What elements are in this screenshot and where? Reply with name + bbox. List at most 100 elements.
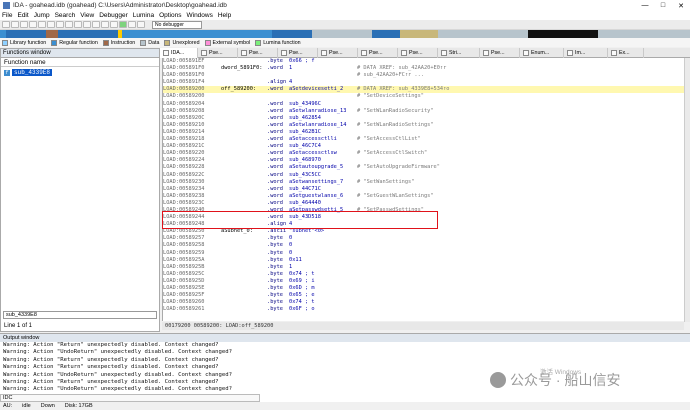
back-icon[interactable]	[20, 21, 28, 28]
code-row[interactable]: LOAD:0058925B .byte 1	[163, 264, 684, 271]
function-search-input[interactable]: sub_4339E8	[3, 311, 157, 319]
code-row[interactable]: LOAD:00589224 .word sub_468970	[163, 157, 684, 164]
code-row[interactable]: LOAD:00589200 # "SetDeviceSettings"	[163, 93, 684, 100]
navigation-band[interactable]	[0, 30, 690, 38]
code-row[interactable]: LOAD:00589257 .byte 0	[163, 235, 684, 242]
string-icon[interactable]	[83, 21, 91, 28]
graph-icon[interactable]	[110, 21, 118, 28]
code-operand: sub_46C7C4	[289, 143, 321, 150]
tab-7[interactable]: Stri...	[438, 47, 480, 58]
jump-icon[interactable]	[38, 21, 46, 28]
minimize-button[interactable]: —	[636, 2, 654, 10]
window-title: IDA - goahead.idb (goahead) C:\Users\Adm…	[13, 2, 227, 9]
menu-file[interactable]: File	[2, 12, 12, 19]
tab-3[interactable]: Pse...	[278, 47, 318, 58]
open-icon[interactable]	[2, 21, 10, 28]
code-operand: 0	[289, 242, 293, 249]
code-address: LOAD:0058925A	[163, 256, 205, 263]
tab-10[interactable]: Im...	[564, 47, 608, 58]
status-direction: Down	[40, 403, 55, 409]
function-icon[interactable]	[101, 21, 109, 28]
code-icon[interactable]	[65, 21, 73, 28]
code-row[interactable]: LOAD:00589260 .byte 0x74 ; t	[163, 299, 684, 306]
code-row[interactable]: LOAD:00589230 .word aSetwansettings_7 # "Se…	[163, 179, 684, 186]
output-line: Warning: Action "Return" unexpectedly di…	[3, 342, 219, 348]
tab-5[interactable]: Pse...	[358, 47, 398, 58]
code-address: LOAD:00589257	[163, 235, 205, 242]
functions-window: Functions window Function name f sub_433…	[0, 48, 160, 332]
tab-icon	[523, 49, 529, 56]
pause-icon[interactable]	[128, 21, 136, 28]
idc-command-input[interactable]: IDC	[0, 394, 260, 402]
code-row[interactable]: LOAD:00589228 .word aSetautoupgrade_5 # "Se…	[163, 164, 684, 171]
code-row[interactable]: LOAD:00589218 .word aSetaccessctlli # "SetA…	[163, 136, 684, 143]
menu-jump[interactable]: Jump	[34, 12, 50, 19]
menu-search[interactable]: Search	[55, 12, 76, 19]
forward-icon[interactable]	[29, 21, 37, 28]
menu-view[interactable]: View	[80, 12, 94, 19]
code-address: LOAD:00589208	[163, 107, 205, 114]
title-bar: IDA - goahead.idb (goahead) C:\Users\Adm…	[0, 0, 690, 11]
code-row[interactable]: LOAD:005891F0 dword_5891F0: .word 1 # DATA X…	[163, 65, 684, 72]
disassembly-view[interactable]: LOAD:005891EF .byte 0x66 ; f LOAD:005891F0 d…	[162, 58, 684, 321]
code-row[interactable]: LOAD:0058925C .byte 0x74 ; t	[163, 271, 684, 278]
tab-6[interactable]: Pse...	[398, 47, 438, 58]
menu-debugger[interactable]: Debugger	[99, 12, 128, 19]
code-row[interactable]: LOAD:00589250 aSubnet_0: .ascii "subnet"<0>	[163, 228, 684, 235]
menu-windows[interactable]: Windows	[186, 12, 212, 19]
text-search-icon[interactable]	[56, 21, 64, 28]
undefine-icon[interactable]	[92, 21, 100, 28]
tab-4[interactable]: Pse...	[318, 47, 358, 58]
close-button[interactable]: ✕	[672, 2, 690, 10]
code-row[interactable]: LOAD:0058925F .byte 0x65 ; e	[163, 292, 684, 299]
code-row[interactable]: LOAD:00589258 .byte 0	[163, 242, 684, 249]
code-row[interactable]: LOAD:005891EF .byte 0x66 ; f	[163, 58, 684, 65]
maximize-button[interactable]: □	[654, 2, 672, 10]
code-row[interactable]: LOAD:0058922C .word sub_43C5CC	[163, 172, 684, 179]
search-icon[interactable]	[47, 21, 55, 28]
save-icon[interactable]	[11, 21, 19, 28]
code-operand: aSetguestwlanse_6	[289, 192, 344, 199]
code-row[interactable]: LOAD:00589200 off_589200: .word aSetdevices…	[163, 86, 684, 94]
function-name-column-header[interactable]: Function name	[1, 58, 159, 67]
code-mnemonic: .byte	[267, 306, 283, 313]
debugger-select[interactable]: No debugger	[152, 20, 202, 29]
vertical-scrollbar[interactable]	[684, 58, 690, 322]
code-operand: aSetdevicesetti_2	[289, 86, 344, 93]
code-row[interactable]: LOAD:00589220 .word aSetaccessctlsw # "SetA…	[163, 150, 684, 157]
code-row[interactable]: LOAD:0058925E .byte 0x6D ; m	[163, 285, 684, 292]
tab-1[interactable]: Pse...	[198, 47, 238, 58]
code-row[interactable]: LOAD:00589204 .word sub_43496C	[163, 101, 684, 108]
code-operand: aSetautoupgrade_5	[289, 164, 344, 171]
menu-edit[interactable]: Edit	[17, 12, 28, 19]
code-row[interactable]: LOAD:00589259 .byte 0	[163, 250, 684, 257]
menu-lumina[interactable]: Lumina	[133, 12, 154, 19]
code-row[interactable]: LOAD:00589208 .word aSetwlanradiose_13 # "S…	[163, 108, 684, 115]
code-row[interactable]: LOAD:00589261 .byte 0x6F ; o	[163, 306, 684, 313]
code-row[interactable]: LOAD:0058921C .word sub_46C7C4	[163, 143, 684, 150]
tab-0[interactable]: IDA...	[160, 47, 198, 58]
code-operand: sub_44C71C	[289, 185, 321, 192]
disassembly-status: 00179200 00589200: LOAD:off_589200	[162, 322, 684, 330]
output-window: Output window Warning: Action "Return" u…	[0, 333, 690, 403]
code-row[interactable]: LOAD:00589238 .word aSetguestwlanse_6 # "Se…	[163, 193, 684, 200]
run-icon[interactable]	[119, 21, 127, 28]
tab-11[interactable]: Ex...	[608, 47, 644, 58]
function-list-item[interactable]: f sub_4339E8	[4, 69, 159, 76]
tab-9[interactable]: Enum...	[520, 47, 564, 58]
menu-help[interactable]: Help	[218, 12, 231, 19]
code-row[interactable]: LOAD:00589214 .word sub_462B1C	[163, 129, 684, 136]
tab-8[interactable]: Pse...	[480, 47, 520, 58]
code-row[interactable]: LOAD:005891F0 # sub_42AA20+FC↑r ...	[163, 72, 684, 79]
code-row[interactable]: LOAD:0058925A .byte 0x11	[163, 257, 684, 264]
tab-2[interactable]: Pse...	[238, 47, 278, 58]
code-row[interactable]: LOAD:00589210 .word aSetwlanradiose_14 # "S…	[163, 122, 684, 129]
menu-options[interactable]: Options	[159, 12, 181, 19]
stop-icon[interactable]	[137, 21, 145, 28]
code-row[interactable]: LOAD:00589234 .word sub_44C71C	[163, 186, 684, 193]
code-row[interactable]: LOAD:005891F4 .align 4	[163, 79, 684, 86]
code-row[interactable]: LOAD:0058925D .byte 0x69 ; i	[163, 278, 684, 285]
code-row[interactable]: LOAD:0058923C .word sub_464440	[163, 200, 684, 207]
code-row[interactable]: LOAD:0058920C .word sub_462854	[163, 115, 684, 122]
data-icon[interactable]	[74, 21, 82, 28]
